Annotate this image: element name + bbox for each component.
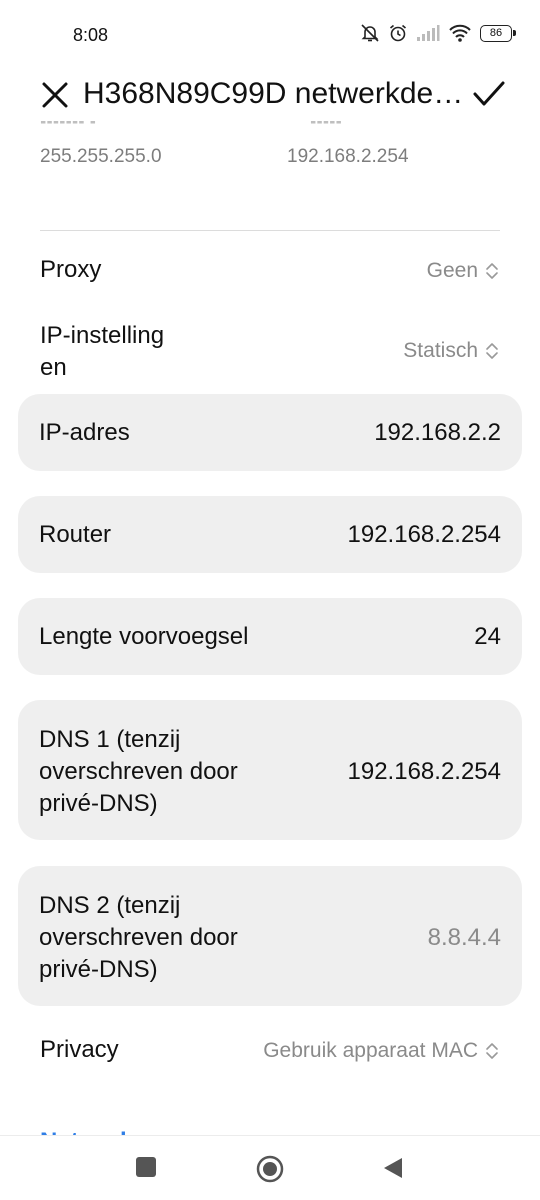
ip-address-input[interactable]: 192.168.2.2 bbox=[374, 419, 501, 447]
dns2-label-line1: DNS 2 (tenzij bbox=[39, 892, 181, 919]
proxy-value: Geen bbox=[426, 259, 478, 282]
prefix-length-field[interactable]: Lengte voorvoegsel 24 bbox=[18, 598, 522, 675]
proxy-setting[interactable]: Proxy Geen bbox=[40, 256, 500, 290]
router-input[interactable]: 192.168.2.254 bbox=[348, 521, 501, 549]
chevron-updown-icon bbox=[486, 1043, 498, 1059]
dns1-label-line1: DNS 1 (tenzij bbox=[39, 726, 181, 753]
dns2-label: DNS 2 (tenzij overschreven door privé-DN… bbox=[39, 890, 238, 986]
status-bar: 8:08 86 bbox=[0, 0, 540, 70]
privacy-select[interactable]: Gebruik apparaat MAC bbox=[263, 1039, 500, 1063]
prefix-length-input[interactable]: 24 bbox=[474, 623, 501, 651]
close-icon[interactable] bbox=[40, 80, 70, 110]
privacy-value: Gebruik apparaat MAC bbox=[263, 1039, 478, 1062]
dns1-label-line3: privé-DNS) bbox=[39, 790, 158, 817]
home-icon[interactable] bbox=[256, 1155, 284, 1183]
proxy-select[interactable]: Geen bbox=[427, 259, 500, 283]
scrolled-label-right: ▪▪▪▪▪ bbox=[310, 121, 342, 131]
dns2-label-line2: overschreven door bbox=[39, 924, 238, 951]
dns2-field[interactable]: DNS 2 (tenzij overschreven door privé-DN… bbox=[18, 866, 522, 1006]
dns1-input[interactable]: 192.168.2.254 bbox=[348, 758, 501, 786]
signal-icon bbox=[417, 25, 440, 41]
wifi-icon bbox=[449, 24, 471, 42]
page-title: H368N89C99D netwerkdetails bbox=[83, 77, 468, 110]
subnet-value: 255.255.255.0 bbox=[40, 146, 162, 167]
dns1-label: DNS 1 (tenzij overschreven door privé-DN… bbox=[39, 724, 238, 820]
ip-address-label: IP-adres bbox=[39, 419, 130, 446]
dns2-input[interactable]: 8.8.4.4 bbox=[428, 924, 501, 952]
scrolled-label-left: ▪▪▪▪▪▪▪ ▪ bbox=[40, 121, 97, 131]
gateway-value: 192.168.2.254 bbox=[287, 146, 409, 167]
router-label: Router bbox=[39, 521, 112, 548]
ip-settings-setting[interactable]: IP-instelling en Statisch bbox=[40, 320, 500, 384]
check-icon[interactable] bbox=[472, 79, 506, 109]
proxy-label: Proxy bbox=[40, 256, 102, 283]
router-field[interactable]: Router 192.168.2.254 bbox=[18, 496, 522, 573]
status-icons: 86 bbox=[360, 23, 516, 43]
privacy-setting[interactable]: Privacy Gebruik apparaat MAC bbox=[40, 1036, 500, 1070]
prefix-length-label: Lengte voorvoegsel bbox=[39, 623, 249, 650]
chevron-updown-icon bbox=[486, 263, 498, 279]
dns1-field[interactable]: DNS 1 (tenzij overschreven door privé-DN… bbox=[18, 700, 522, 840]
app-header: H368N89C99D netwerkdetails bbox=[0, 70, 540, 120]
alarm-icon bbox=[389, 24, 407, 42]
system-nav-bar bbox=[0, 1135, 540, 1200]
ip-settings-select[interactable]: Statisch bbox=[403, 339, 500, 363]
scrolled-field-labels: ▪▪▪▪▪▪▪ ▪ ▪▪▪▪▪ bbox=[0, 121, 540, 131]
ip-address-field[interactable]: IP-adres 192.168.2.2 bbox=[18, 394, 522, 471]
dns2-label-line3: privé-DNS) bbox=[39, 956, 158, 983]
section-divider bbox=[40, 230, 500, 231]
privacy-label: Privacy bbox=[40, 1036, 119, 1063]
status-time: 8:08 bbox=[73, 25, 109, 45]
bell-off-icon bbox=[361, 24, 379, 42]
dns1-label-line2: overschreven door bbox=[39, 758, 238, 785]
chevron-updown-icon bbox=[486, 343, 498, 359]
ip-settings-value: Statisch bbox=[403, 339, 478, 362]
back-icon[interactable] bbox=[382, 1156, 404, 1180]
battery-icon: 86 bbox=[480, 24, 516, 42]
recents-icon[interactable] bbox=[135, 1156, 157, 1178]
